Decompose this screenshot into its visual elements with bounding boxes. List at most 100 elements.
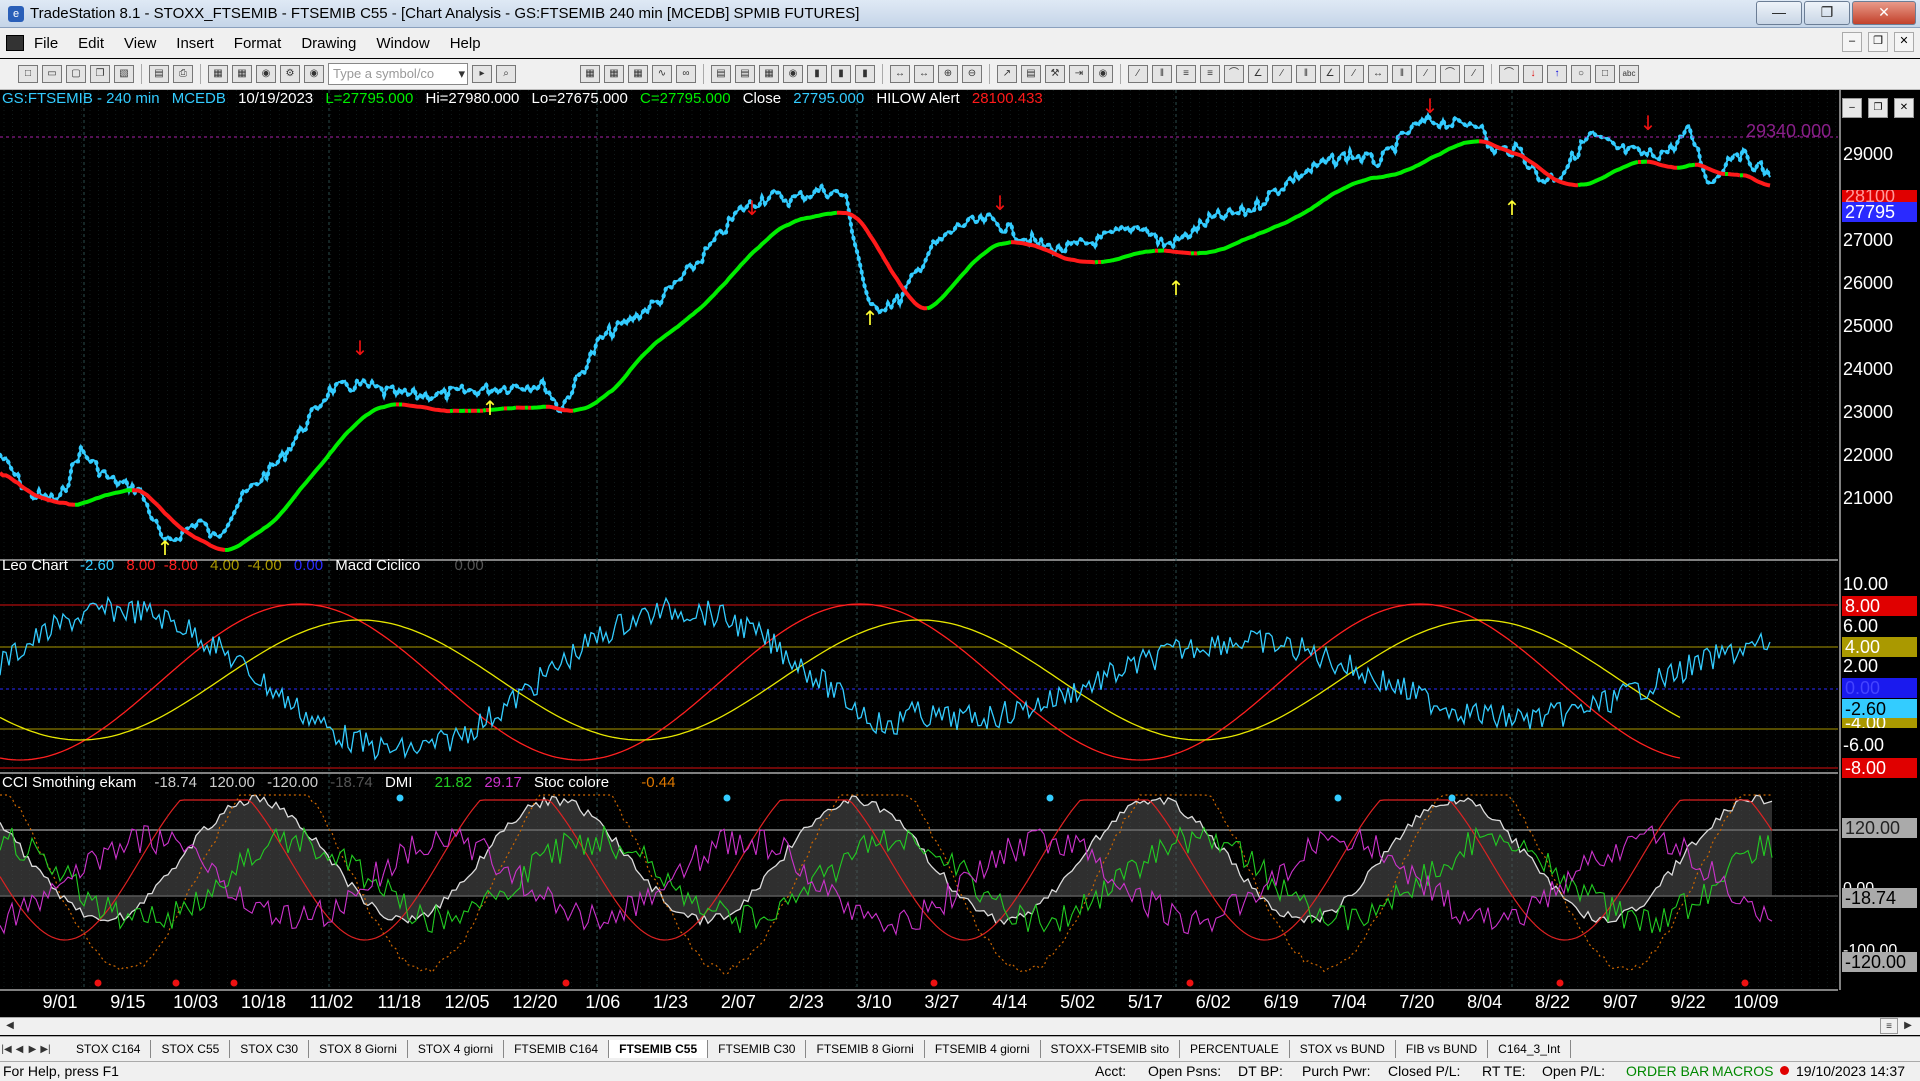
window2-icon[interactable]: ▦	[232, 65, 252, 83]
export-icon[interactable]: ⇥	[1069, 65, 1089, 83]
hammer-icon[interactable]: ⚒	[1045, 65, 1065, 83]
pitchfork-icon[interactable]: ‖	[1392, 65, 1412, 83]
menu-drawing[interactable]: Drawing	[291, 35, 366, 52]
fib-icon[interactable]: ≡	[1200, 65, 1220, 83]
new-window-icon[interactable]: ▢	[66, 65, 86, 83]
chart-restore-button[interactable]: ❐	[1868, 98, 1888, 118]
compress-icon[interactable]: ↔	[890, 65, 910, 83]
minimize-button[interactable]: —	[1756, 1, 1802, 25]
pen-icon[interactable]: ∕	[1464, 65, 1484, 83]
candles-icon[interactable]: ▮	[831, 65, 851, 83]
open-icon[interactable]: ▭	[42, 65, 62, 83]
tab-percentuale[interactable]: PERCENTUALE	[1180, 1040, 1290, 1058]
angle-icon[interactable]: ∠	[1320, 65, 1340, 83]
tab-stox-4-giorni[interactable]: STOX 4 giorni	[408, 1040, 505, 1058]
scroll-left-icon[interactable]: ◀	[2, 1018, 18, 1034]
maximize-button[interactable]: ❐	[1804, 1, 1850, 25]
volume-icon[interactable]: ▮	[855, 65, 875, 83]
pointer-icon[interactable]: ↗	[997, 65, 1017, 83]
link-icon[interactable]: ∞	[676, 65, 696, 83]
curve-icon[interactable]: ⌒	[1499, 65, 1519, 83]
tab-ftsemib-8-giorni[interactable]: FTSEMIB 8 Giorni	[806, 1040, 925, 1058]
folder-icon[interactable]: ▧	[114, 65, 134, 83]
horizontal-scrollbar[interactable]: ◀ ≡ ▶	[0, 1017, 1920, 1035]
alert-icon[interactable]: ◉	[1093, 65, 1113, 83]
tab-next-icon[interactable]: ▶	[26, 1044, 39, 1055]
channel-icon[interactable]: ∕	[1272, 65, 1292, 83]
tab-stox-vs-bund[interactable]: STOX vs BUND	[1290, 1040, 1396, 1058]
window-icon[interactable]: ▦	[208, 65, 228, 83]
scroll-right-icon[interactable]: ▶	[1900, 1018, 1916, 1034]
status-macros[interactable]: MACROS	[1712, 1063, 1773, 1079]
tab-stox-c55[interactable]: STOX C55	[151, 1040, 231, 1058]
speed-icon[interactable]: ⌒	[1440, 65, 1460, 83]
tab-ftsemib-c164[interactable]: FTSEMIB C164	[504, 1040, 610, 1058]
menu-window[interactable]: Window	[366, 35, 439, 52]
tab-ftsemib-c55[interactable]: FTSEMIB C55	[609, 1040, 709, 1058]
layout-icon[interactable]: ▤	[711, 65, 731, 83]
arc-icon[interactable]: ⌒	[1224, 65, 1244, 83]
grid-icon[interactable]: ▦	[580, 65, 600, 83]
save-icon[interactable]: ▤	[149, 65, 169, 83]
zoom-out-icon[interactable]: ⊖	[962, 65, 982, 83]
gann-icon[interactable]: ‖	[1296, 65, 1316, 83]
rectangle-icon[interactable]: □	[1595, 65, 1615, 83]
grid2-icon[interactable]: ▦	[604, 65, 624, 83]
ellipse-icon[interactable]: ○	[1571, 65, 1591, 83]
print-icon[interactable]: ⎙	[173, 65, 193, 83]
menu-file[interactable]: File	[24, 35, 68, 52]
tools-icon[interactable]: ⚙	[280, 65, 300, 83]
fan-icon[interactable]: ∠	[1248, 65, 1268, 83]
copy-icon[interactable]: ❐	[90, 65, 110, 83]
search-icon[interactable]: ⌕	[496, 65, 516, 83]
mdi-minimize-button[interactable]: –	[1842, 32, 1862, 52]
text-icon[interactable]: abc	[1619, 65, 1639, 83]
menu-help[interactable]: Help	[440, 35, 491, 52]
tab-prev-icon[interactable]: ◀	[13, 1044, 26, 1055]
lock-icon[interactable]: ◉	[256, 65, 276, 83]
lines-icon[interactable]: ∕	[1416, 65, 1436, 83]
menu-view[interactable]: View	[114, 35, 166, 52]
tab-stoxx-ftsemib-sito[interactable]: STOXX-FTSEMIB sito	[1041, 1040, 1181, 1058]
arrow-down-icon[interactable]: ↓	[1523, 65, 1543, 83]
chart-area[interactable]: ↑ ↑ ↑ ↑ ↑ ↓ ↓ ↓ ↓ ↓ GS:FTSEMIB - 240 min MCEDB 10…	[0, 90, 1920, 1035]
scroll-thumb[interactable]: ≡	[1880, 1018, 1898, 1034]
leo-red-wave[interactable]	[0, 603, 1681, 761]
matrix-icon[interactable]: ▦	[759, 65, 779, 83]
menu-insert[interactable]: Insert	[166, 35, 224, 52]
chart-close-button[interactable]: ✕	[1894, 98, 1914, 118]
layout2-icon[interactable]: ▤	[735, 65, 755, 83]
arrow-up-icon[interactable]: ↑	[1547, 65, 1567, 83]
globe-icon[interactable]: ◉	[304, 65, 324, 83]
tab-ftsemib-c30[interactable]: FTSEMIB C30	[708, 1040, 807, 1058]
tab-stox-8-giorni[interactable]: STOX 8 Giorni	[309, 1040, 408, 1058]
tab-stox-c164[interactable]: STOX C164	[66, 1040, 152, 1058]
tab-fib-vs-bund[interactable]: FIB vs BUND	[1396, 1040, 1489, 1058]
document-icon[interactable]	[6, 35, 24, 51]
arrows-icon[interactable]: ↔	[1368, 65, 1388, 83]
parallel-icon[interactable]: ∕	[1344, 65, 1364, 83]
menu-edit[interactable]: Edit	[68, 35, 114, 52]
chart-icon[interactable]: ∿	[652, 65, 672, 83]
vertical-lines-icon[interactable]: ‖	[1152, 65, 1172, 83]
symbol-input[interactable]: Type a symbol/co ▾	[328, 63, 468, 85]
status-order-bar[interactable]: ORDER BAR	[1626, 1063, 1709, 1079]
cursor-data-icon[interactable]: ▤	[1021, 65, 1041, 83]
horizontal-lines-icon[interactable]: ≡	[1176, 65, 1196, 83]
mdi-restore-button[interactable]: ❐	[1868, 32, 1888, 52]
scanner-icon[interactable]: ◉	[783, 65, 803, 83]
tab-stox-c30[interactable]: STOX C30	[230, 1040, 310, 1058]
menu-format[interactable]: Format	[224, 35, 292, 52]
tab-first-icon[interactable]: |◀	[0, 1044, 13, 1055]
chart-minimize-button[interactable]: –	[1842, 98, 1862, 118]
mdi-close-button[interactable]: ✕	[1894, 32, 1914, 52]
tab-ftsemib-4-giorni[interactable]: FTSEMIB 4 giorni	[925, 1040, 1041, 1058]
table-icon[interactable]: ▦	[628, 65, 648, 83]
trendline-icon[interactable]: ∕	[1128, 65, 1148, 83]
zoom-in-icon[interactable]: ⊕	[938, 65, 958, 83]
play-icon[interactable]: ▸	[472, 65, 492, 83]
expand-icon[interactable]: ↔	[914, 65, 934, 83]
bars-icon[interactable]: ▮	[807, 65, 827, 83]
tab-c164-3-int[interactable]: C164_3_Int	[1488, 1040, 1572, 1058]
close-button[interactable]: ✕	[1852, 1, 1916, 25]
